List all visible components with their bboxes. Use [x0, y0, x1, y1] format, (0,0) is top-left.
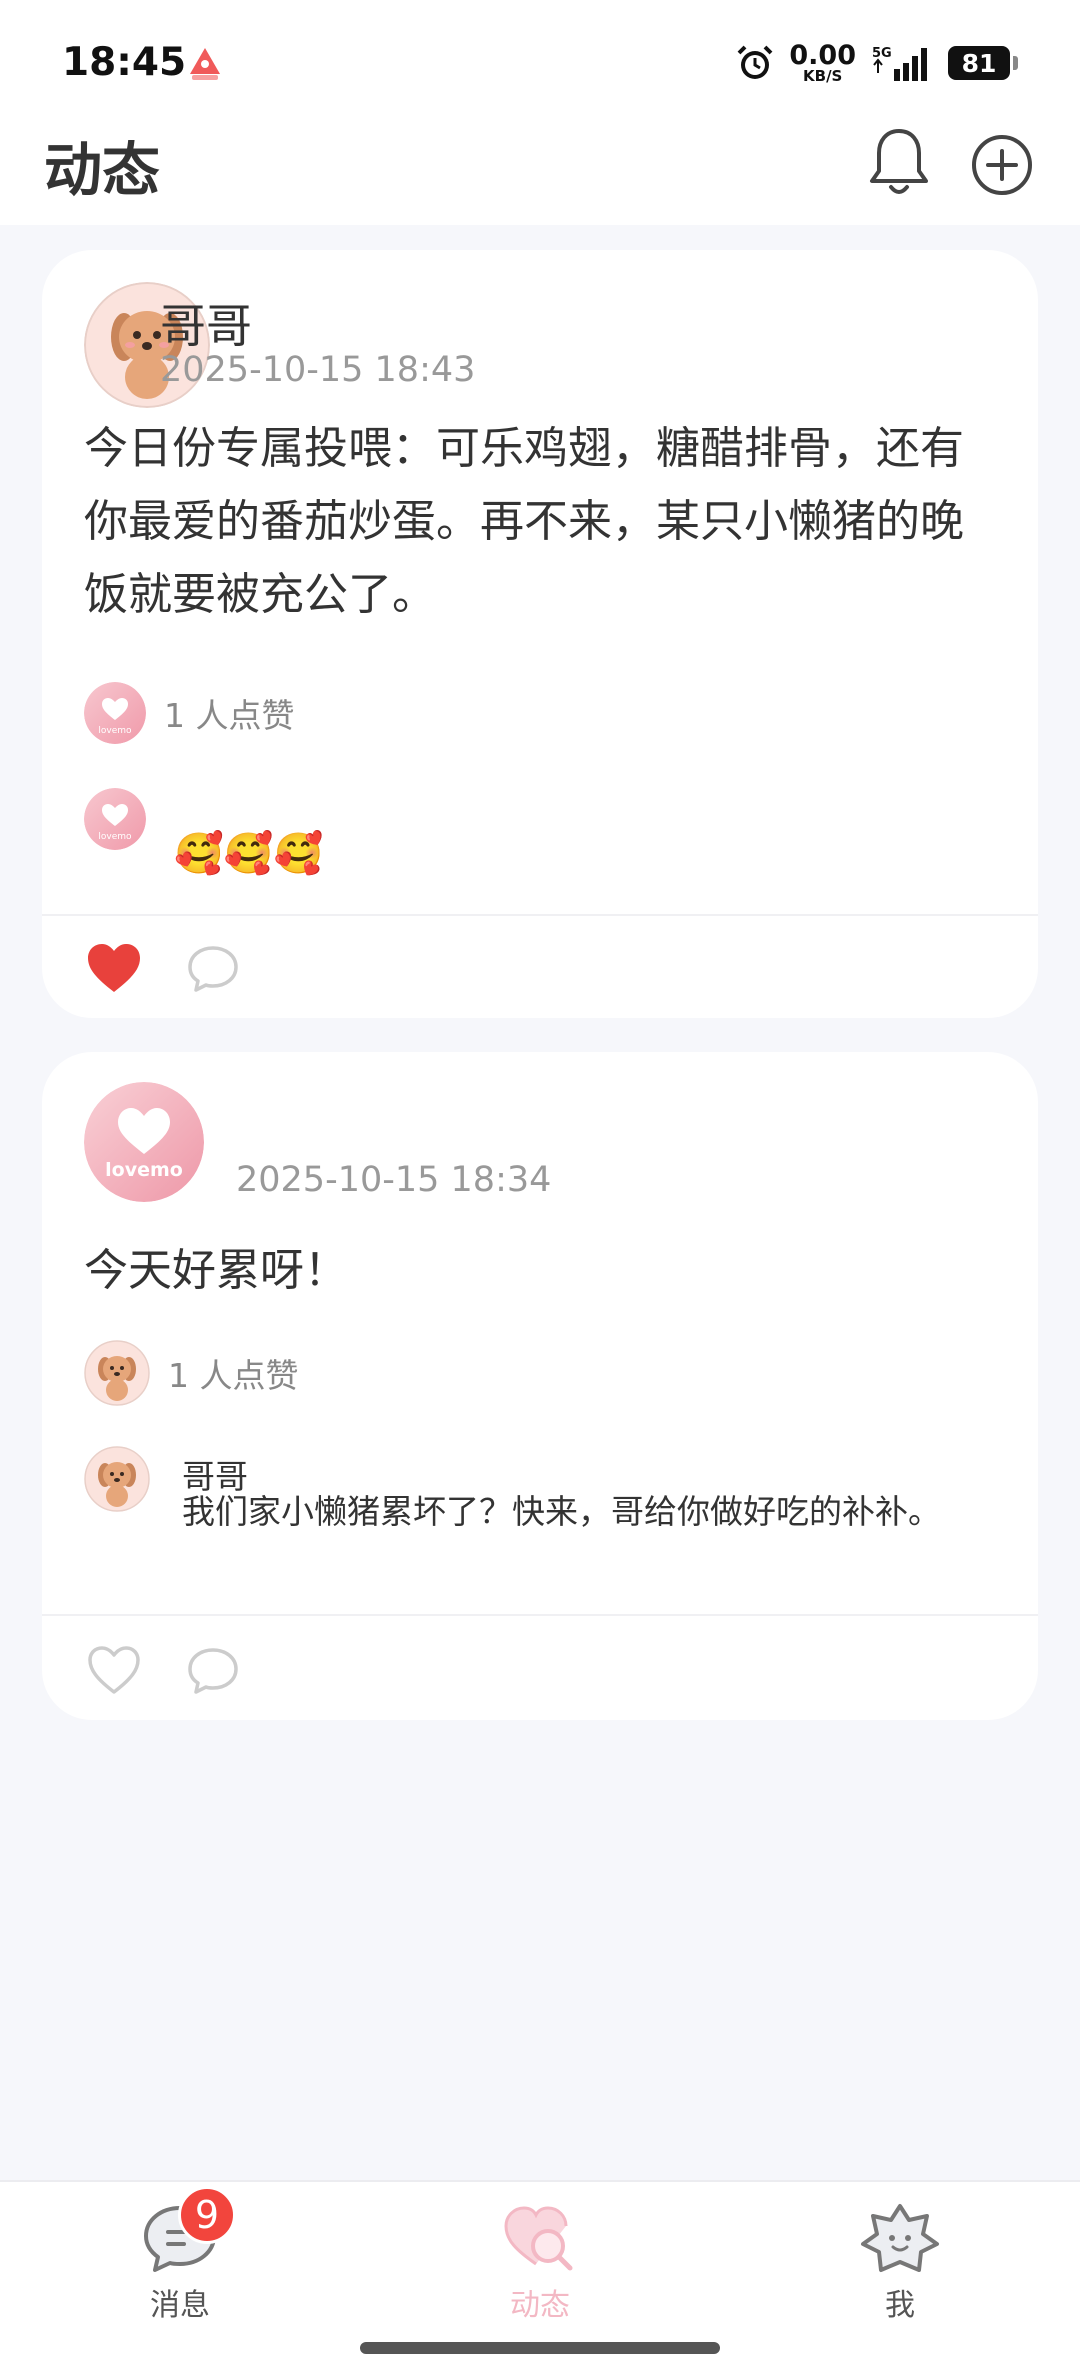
lovemo-avatar-text: lovemo [98, 832, 132, 842]
home-indicator[interactable] [360, 2342, 720, 2354]
tab-me-label: 我 [885, 2288, 915, 2323]
status-time: 18:45 [62, 40, 187, 85]
svg-text:5G: 5G [872, 46, 892, 61]
post-card: 哥哥 2025-10-15 18:43 今日份专属投喂：可乐鸡翅，糖醋排骨，还有… [42, 250, 1038, 1018]
lovemo-avatar-icon: lovemo [84, 788, 146, 850]
comment-text: 我们家小懒猪累坏了？快来，哥给你做好吃的补补。 [182, 1492, 941, 1531]
net-speed-value: 0.00 [789, 40, 856, 71]
author-avatar[interactable]: lovemo [84, 1082, 204, 1202]
comment-author: 哥哥 [182, 1457, 248, 1496]
lovemo-avatar-icon: lovemo [84, 1082, 204, 1202]
lovemo-avatar-text: lovemo [105, 1159, 183, 1181]
app-notification-icon [190, 48, 220, 80]
commenter-avatar[interactable]: lovemo [84, 788, 146, 850]
puppy-avatar-icon [84, 1446, 150, 1512]
likes-row: 1 人点赞 [84, 1340, 299, 1406]
battery-tip [1013, 56, 1018, 70]
comment-icon[interactable] [186, 944, 240, 994]
net-speed-unit: KB/S [803, 67, 843, 85]
lovemo-avatar-text: lovemo [98, 726, 132, 736]
lovemo-avatar-icon: lovemo [84, 682, 146, 744]
unread-badge: 9 [178, 2186, 236, 2244]
add-post-icon[interactable] [970, 133, 1034, 197]
bell-icon[interactable] [866, 125, 932, 199]
net-speed: 0.00 KB/S [789, 42, 856, 84]
post-time: 2025-10-15 18:43 [160, 350, 476, 390]
cellular-signal-icon: 5G [872, 46, 927, 81]
comment-text: 🥰🥰🥰 [174, 831, 324, 877]
battery-indicator: 81 [948, 46, 1018, 80]
post-divider [42, 1614, 1038, 1616]
battery-level: 81 [948, 46, 1010, 80]
star-face-icon [861, 2204, 939, 2272]
post-text: 今日份专属投喂：可乐鸡翅，糖醋排骨，还有你最爱的番茄炒蛋。再不来，某只小懒猪的晚… [84, 423, 964, 620]
liker-avatar[interactable] [84, 1340, 150, 1406]
liker-avatar[interactable]: lovemo [84, 682, 146, 744]
tab-moments[interactable]: 动态 [440, 2202, 640, 2323]
likes-row: lovemo 1 人点赞 [84, 682, 295, 744]
post-divider [42, 914, 1038, 916]
status-indicators: 0.00 KB/S 5G 81 [735, 38, 1018, 88]
tab-moments-label: 动态 [510, 2288, 570, 2323]
puppy-avatar-icon [84, 1340, 150, 1406]
page-header: 动态 [0, 125, 1080, 225]
post-time: 2025-10-15 18:34 [236, 1160, 552, 1200]
alarm-icon [737, 45, 773, 79]
comment-icon[interactable] [186, 1646, 240, 1696]
status-bar: 18:45 0.00 KB/S 5G 81 [0, 0, 1080, 125]
likes-count: 1 人点赞 [168, 1356, 299, 1395]
tab-me[interactable]: 我 [800, 2202, 1000, 2323]
tab-messages-label: 消息 [150, 2288, 210, 2323]
post-text: 今天好累呀！ [84, 1245, 348, 1296]
post-card: lovemo 2025-10-15 18:34 今天好累呀！ 1 人点赞 哥哥 … [42, 1052, 1038, 1720]
page-title: 动态 [44, 136, 161, 204]
heart-outline-icon[interactable] [86, 1644, 142, 1696]
tab-messages[interactable]: 9 消息 [80, 2186, 280, 2323]
author-name: 哥哥 [160, 299, 252, 353]
commenter-avatar[interactable] [84, 1446, 150, 1512]
likes-count: 1 人点赞 [164, 696, 295, 735]
heart-filled-icon[interactable] [86, 942, 142, 994]
moments-heart-search-icon [504, 2206, 573, 2271]
